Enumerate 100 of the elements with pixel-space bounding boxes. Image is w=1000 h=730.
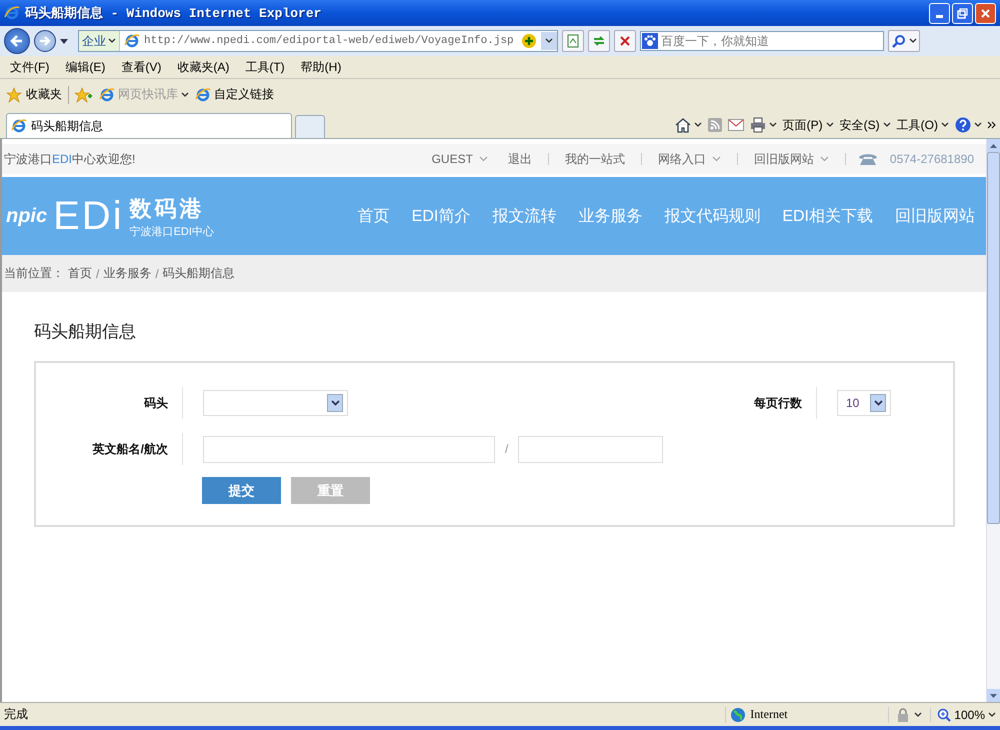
command-menu[interactable]: 页面(P) (782, 116, 834, 134)
help-icon (955, 117, 971, 133)
voyage-field[interactable] (518, 436, 664, 462)
search-button[interactable] (888, 30, 920, 52)
caret-icon (974, 121, 982, 129)
help-button[interactable] (955, 117, 982, 133)
protected-mode-button[interactable] (888, 706, 922, 722)
top-link[interactable]: 回旧版网站 (750, 150, 833, 168)
caret-icon (914, 710, 922, 718)
menu-item[interactable]: 查看(V) (115, 58, 168, 76)
top-link[interactable]: GUEST (428, 152, 492, 166)
logo-mark: npic (6, 204, 48, 228)
up-arrow-icon (990, 144, 997, 148)
home-icon (674, 117, 691, 133)
welcome-text: 宁波港口 EDI中心欢迎您! (4, 150, 136, 168)
close-icon (980, 8, 991, 18)
logo-subtitle: 宁波港口EDI中心 (130, 224, 214, 238)
browser-tab[interactable]: 码头船期信息 (6, 113, 292, 138)
vessel-name-field[interactable] (203, 436, 495, 462)
breadcrumb-link[interactable]: 业务服务 (103, 265, 152, 282)
menu-item[interactable]: 工具(T) (239, 58, 291, 76)
add-icon (521, 33, 537, 49)
close-button[interactable] (975, 2, 996, 24)
phone-number: 0574-27681890 (890, 152, 974, 166)
compatibility-button[interactable] (562, 30, 584, 52)
caret-icon (545, 37, 553, 45)
menu-item[interactable]: 文件(F) (4, 58, 56, 76)
favorites-link[interactable]: 自定义链接 (195, 86, 274, 103)
rss-icon (708, 118, 722, 132)
print-button[interactable] (750, 117, 777, 133)
refresh-button[interactable] (588, 30, 610, 52)
minimize-icon (936, 15, 943, 18)
caret-icon (108, 37, 116, 45)
star-icon (6, 86, 22, 102)
chevron-down-icon (712, 156, 721, 162)
favorites-button[interactable]: 收藏夹 (6, 86, 62, 103)
command-menu[interactable]: 工具(O) (896, 116, 949, 134)
status-text: 完成 (4, 706, 28, 723)
page-icon (124, 33, 140, 49)
browser-icon (4, 5, 20, 21)
address-field[interactable]: 企业 http://www.npedi.com/ediportal-web/ediweb/VoyageInfo.jsp (78, 30, 558, 52)
caret-icon (908, 37, 916, 45)
breadcrumb-separator: / (96, 266, 100, 280)
page-icon (565, 33, 581, 49)
caret-icon (988, 710, 996, 718)
form-title: 码头船期信息 (34, 321, 137, 343)
minimize-button[interactable] (929, 2, 950, 24)
back-arrow-icon (9, 33, 25, 49)
scroll-thumb[interactable] (987, 152, 1000, 524)
home-button[interactable] (674, 117, 702, 133)
printer-icon (750, 117, 766, 133)
add-favorite-icon (75, 86, 93, 102)
top-link[interactable]: 退出 (504, 150, 536, 168)
globe-icon (730, 706, 746, 722)
mail-button[interactable] (728, 119, 744, 131)
menu-item[interactable]: 编辑(E) (59, 58, 112, 76)
page-icon (11, 118, 27, 134)
breadcrumb-separator: / (155, 266, 159, 280)
field-label: 英文船名/航次 (36, 433, 183, 465)
phone-icon (858, 152, 878, 166)
rows-per-page-select[interactable]: 10 (837, 390, 891, 416)
scroll-down-button[interactable] (987, 689, 1000, 702)
maximize-icon (957, 8, 968, 18)
menu-item[interactable]: 收藏夹(A) (171, 58, 236, 76)
chevron-down-icon (478, 156, 488, 162)
command-menu[interactable]: 安全(S) (840, 116, 891, 134)
forward-button[interactable] (34, 30, 56, 52)
envelope-icon (728, 119, 744, 131)
maximize-button[interactable] (952, 2, 973, 24)
menu-item[interactable]: 帮助(H) (294, 58, 348, 76)
submit-button[interactable]: 提交 (202, 477, 281, 504)
top-link[interactable]: 网络入口 (654, 150, 725, 168)
chevron-icon (988, 121, 996, 129)
caret-icon (874, 400, 882, 406)
caret-icon (826, 121, 834, 129)
zoom-icon (937, 708, 952, 722)
dropdown-button[interactable] (541, 32, 557, 50)
down-arrow-icon (990, 694, 997, 698)
caret-icon (181, 90, 189, 98)
scroll-up-button[interactable] (987, 139, 1000, 152)
search-icon (892, 34, 906, 48)
page-icon (195, 86, 211, 102)
forward-arrow-icon (38, 34, 52, 48)
caret-icon (941, 121, 949, 129)
logo-brand: EDi (53, 196, 124, 236)
top-link[interactable]: 我的一站式 (560, 150, 629, 168)
back-button[interactable] (4, 28, 30, 54)
zone-text: Internet (750, 707, 788, 722)
stop-button[interactable] (614, 30, 636, 52)
breadcrumb-link[interactable]: 码头船期信息 (162, 265, 235, 282)
field-label: 码头 (36, 387, 183, 419)
breadcrumb-link[interactable]: 首页 (68, 265, 92, 282)
window-title: 码头船期信息 - Windows Internet Explorer (25, 5, 322, 22)
caret-icon (768, 121, 777, 129)
caret-icon (330, 400, 340, 406)
scrollbar[interactable] (986, 139, 1000, 702)
field-label: 每页行数 (670, 387, 817, 419)
caret-icon (60, 37, 68, 45)
zoom-button[interactable]: 100% (930, 708, 996, 722)
logo-title: 数码港 (130, 194, 206, 222)
